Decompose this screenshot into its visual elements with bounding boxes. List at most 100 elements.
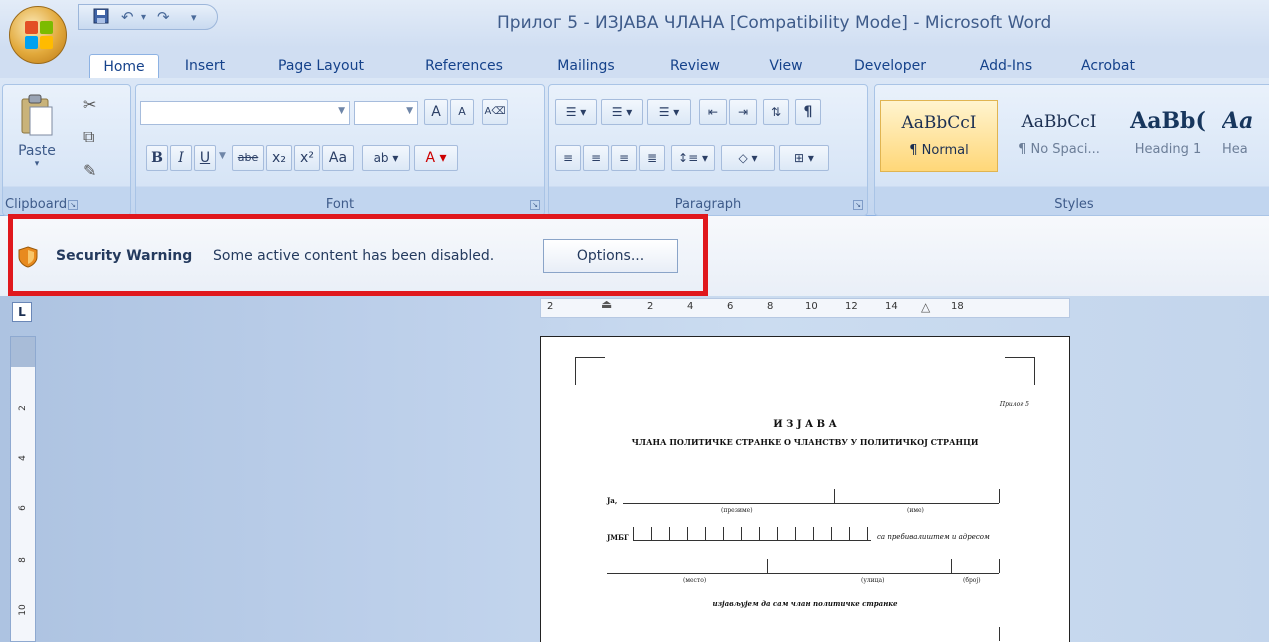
form-divider <box>834 489 835 503</box>
tab-review[interactable]: Review <box>657 54 733 78</box>
highlight-annotation-box <box>8 214 708 296</box>
align-left-button[interactable]: ≡ <box>555 145 581 171</box>
clipboard-label: Clipboard <box>5 197 68 212</box>
ruler-label: 4 <box>18 455 28 461</box>
superscript-button[interactable]: x² <box>294 145 320 171</box>
ruler-label: 10 <box>18 604 28 616</box>
form-divider <box>999 627 1000 641</box>
tab-references[interactable]: References <box>410 54 518 78</box>
style-heading-2[interactable]: Aa Hea <box>1222 100 1269 172</box>
borders-button[interactable]: ⊞ ▾ <box>779 145 829 171</box>
undo-icon[interactable]: ↶ <box>121 8 134 26</box>
highlight-button[interactable]: ab ▾ <box>362 145 410 171</box>
customize-qat-icon[interactable]: ▾ <box>191 11 197 24</box>
jmbg-cell <box>831 527 832 540</box>
tab-developer[interactable]: Developer <box>838 54 942 78</box>
form-line <box>607 573 999 574</box>
form-line <box>633 540 871 541</box>
horizontal-ruler[interactable]: 2 ⏏ 2 4 6 8 10 12 14 △ 18 <box>540 297 1070 318</box>
tab-mailings[interactable]: Mailings <box>545 54 627 78</box>
bullets-button[interactable]: ☰ ▾ <box>555 99 597 125</box>
vertical-ruler[interactable]: 2 4 6 8 10 <box>10 336 36 642</box>
multilevel-list-button[interactable]: ☰ ▾ <box>647 99 691 125</box>
align-center-button[interactable]: ≡ <box>583 145 609 171</box>
document-prebivaliste: са пребивалиштем и адресом <box>877 533 990 541</box>
format-painter-icon[interactable]: ✎ <box>83 161 96 180</box>
subscript-button[interactable]: x₂ <box>266 145 292 171</box>
ruler-label: 8 <box>18 557 28 563</box>
document-page[interactable]: Прилог 5 И З Ј А В А ЧЛАНА ПОЛИТИЧКЕ СТР… <box>540 336 1070 642</box>
style-name: ¶ No Spaci... <box>1018 142 1100 157</box>
document-izjava: изјављујем да сам члан политичке странке <box>712 599 898 608</box>
tab-view[interactable]: View <box>756 54 816 78</box>
ruler-label: 10 <box>805 301 818 312</box>
jmbg-cell <box>759 527 760 540</box>
style-normal[interactable]: AaBbCcI ¶ Normal <box>880 100 998 172</box>
jmbg-cell <box>813 527 814 540</box>
numbering-button[interactable]: ☰ ▾ <box>601 99 643 125</box>
underline-dropdown-icon[interactable]: ▼ <box>219 151 226 161</box>
font-color-button[interactable]: A ▾ <box>414 145 458 171</box>
underline-button[interactable]: U <box>194 145 216 171</box>
tab-add-ins[interactable]: Add-Ins <box>963 54 1049 78</box>
bold-button[interactable]: B <box>146 145 168 171</box>
decrease-indent-button[interactable]: ⇤ <box>699 99 727 125</box>
font-group: ▼ ▼ A A A⌫ B I U ▼ abe x₂ x² Aa ab ▾ A ▾… <box>135 84 545 216</box>
grow-font-button[interactable]: A <box>424 99 448 125</box>
style-no-spacing[interactable]: AaBbCcI ¶ No Spaci... <box>1000 100 1118 172</box>
font-name-combo[interactable]: ▼ <box>140 101 350 125</box>
paste-button[interactable]: Paste ▾ <box>9 91 65 175</box>
font-color-label: A <box>425 150 436 166</box>
ruler-label: 2 <box>647 301 654 312</box>
align-right-button[interactable]: ≡ <box>611 145 637 171</box>
font-launcher-icon[interactable]: ↘ <box>530 200 540 210</box>
clear-formatting-button[interactable]: A⌫ <box>482 99 508 125</box>
line-spacing-button[interactable]: ↕≡ ▾ <box>671 145 715 171</box>
paste-icon <box>21 94 53 136</box>
redo-icon[interactable]: ↷ <box>157 8 170 26</box>
tab-acrobat[interactable]: Acrobat <box>1068 54 1148 78</box>
window-title: Прилог 5 - ИЗЈАВА ЧЛАНА [Compatibility M… <box>497 13 1052 33</box>
tab-home[interactable]: Home <box>89 54 159 79</box>
ruler-label: 12 <box>845 301 858 312</box>
change-case-button[interactable]: Aa <box>322 145 354 171</box>
style-name: Heading 1 <box>1134 142 1202 157</box>
jmbg-cell <box>669 527 670 540</box>
font-size-combo[interactable]: ▼ <box>354 101 418 125</box>
office-logo-icon <box>25 21 53 49</box>
jmbg-cell <box>687 527 688 540</box>
paragraph-launcher-icon[interactable]: ↘ <box>853 200 863 210</box>
office-button[interactable] <box>9 6 67 64</box>
copy-icon[interactable]: ⧉ <box>83 127 94 147</box>
style-name: Hea <box>1222 142 1248 157</box>
undo-dropdown-icon[interactable]: ▾ <box>141 12 146 23</box>
increase-indent-button[interactable]: ⇥ <box>729 99 757 125</box>
style-heading-1[interactable]: AaBb( Heading 1 <box>1118 100 1218 172</box>
clipboard-launcher-icon[interactable]: ↘ <box>68 200 78 210</box>
justify-button[interactable]: ≣ <box>639 145 665 171</box>
shading-button[interactable]: ◇ ▾ <box>721 145 775 171</box>
cut-icon[interactable]: ✂ <box>83 95 96 114</box>
sort-button[interactable]: ⇅ <box>763 99 789 125</box>
ruler-right-indent-marker[interactable]: △ <box>921 300 930 314</box>
ruler-label: 4 <box>687 301 694 312</box>
jmbg-cell <box>705 527 706 540</box>
ruler-indent-marker[interactable]: ⏏ <box>601 297 612 311</box>
tab-insert[interactable]: Insert <box>175 54 235 78</box>
ruler-label: 6 <box>18 505 28 511</box>
jmbg-cell <box>741 527 742 540</box>
form-label-mesto: (место) <box>683 577 707 584</box>
highlight-label: ab <box>373 151 389 165</box>
ruler-label: 14 <box>885 301 898 312</box>
jmbg-cell <box>777 527 778 540</box>
title-bar: ↶ ▾ ↷ ▾ Прилог 5 - ИЗЈАВА ЧЛАНА [Compati… <box>0 0 1269 48</box>
tab-selector-button[interactable]: L <box>12 302 32 322</box>
show-marks-button[interactable]: ¶ <box>795 99 821 125</box>
tab-page-layout[interactable]: Page Layout <box>262 54 380 78</box>
italic-button[interactable]: I <box>170 145 192 171</box>
strikethrough-button[interactable]: abe <box>232 145 264 171</box>
save-icon[interactable] <box>93 8 109 28</box>
clipboard-group: Paste ▾ ✂ ⧉ ✎ Clipboard ↘ <box>2 84 131 216</box>
shrink-font-button[interactable]: A <box>450 99 474 125</box>
document-subheading: ЧЛАНА ПОЛИТИЧКЕ СТРАНКЕ О ЧЛАНСТВУ У ПОЛ… <box>631 437 979 447</box>
